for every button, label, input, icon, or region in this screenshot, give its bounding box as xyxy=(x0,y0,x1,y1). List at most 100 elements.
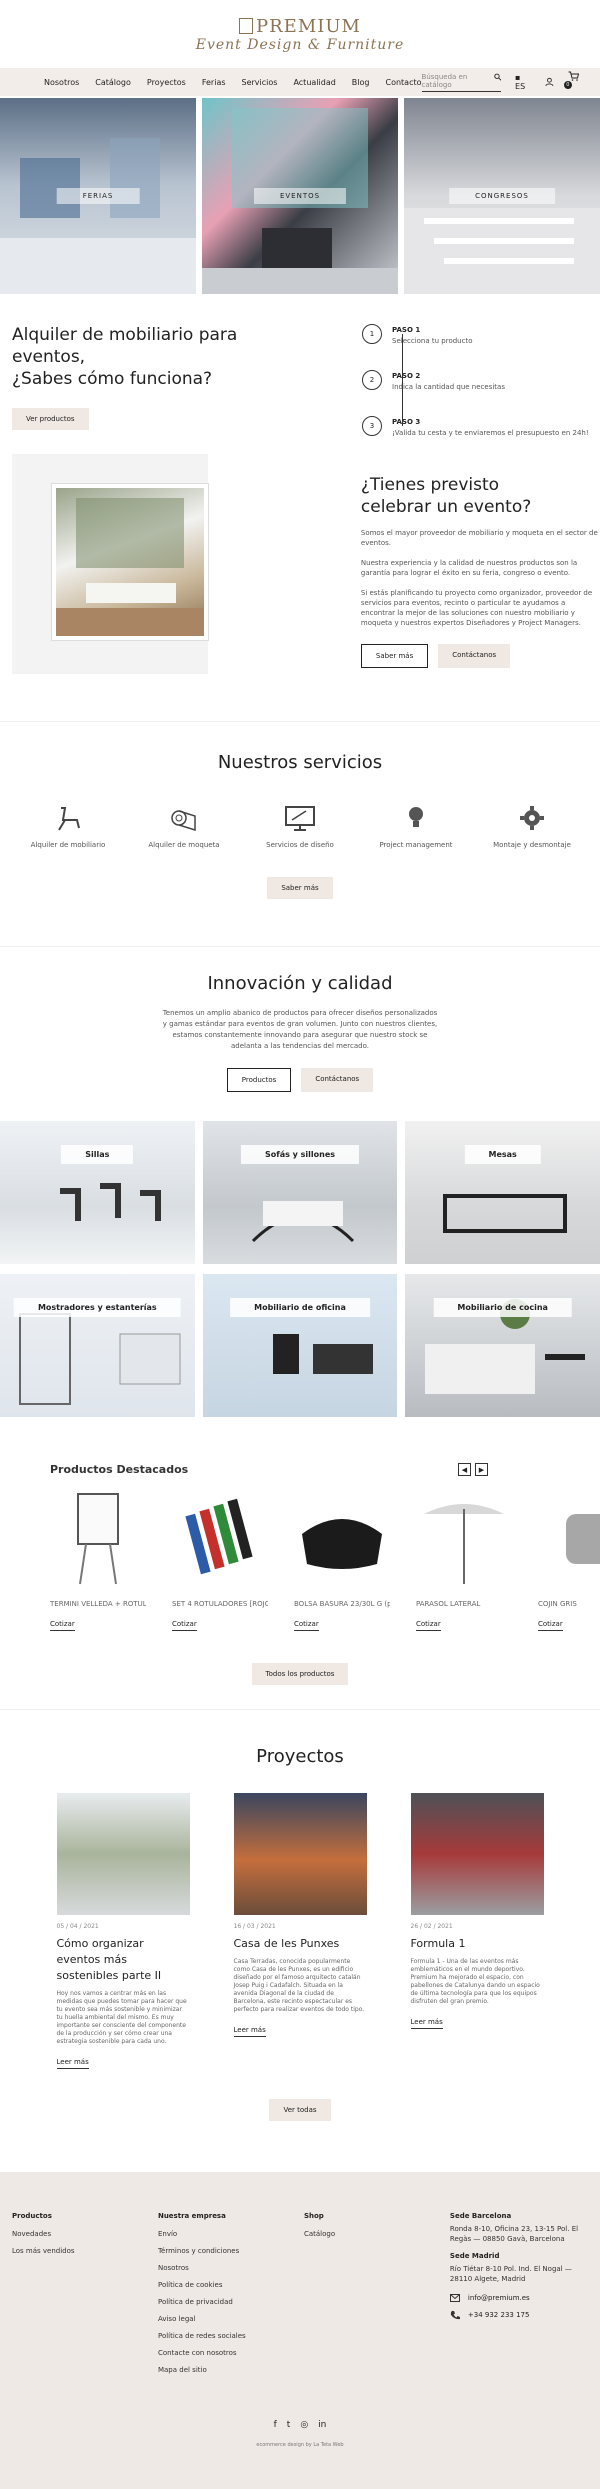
footer-link-novedades[interactable]: Novedades xyxy=(12,2230,158,2238)
innovation-title: Innovación y calidad xyxy=(207,973,393,994)
category-sillas[interactable]: Sillas xyxy=(0,1121,195,1264)
footer-link-envio[interactable]: Envío xyxy=(158,2230,304,2238)
step-1: 1 PASO 1 Selecciona tu producto xyxy=(362,324,589,370)
service-design[interactable]: Servicios de diseño xyxy=(245,803,355,849)
logo[interactable]: PREMIUM Event Design & Furniture xyxy=(196,16,405,53)
nav-item-nosotros[interactable]: Nosotros xyxy=(44,78,79,87)
view-all-projects-button[interactable]: Ver todas xyxy=(269,2099,331,2121)
event-paragraph-3: Si estás planificando tu proyecto como o… xyxy=(360,589,593,627)
hero-tile-congresos[interactable]: CONGRESOS xyxy=(404,98,600,294)
hero-label-congresos: CONGRESOS xyxy=(449,188,555,204)
category-cocina[interactable]: Mobiliario de cocina xyxy=(405,1274,600,1417)
service-project-management[interactable]: Project management xyxy=(361,803,471,849)
footer-link-nosotros[interactable]: Nosotros xyxy=(158,2264,304,2272)
step-3-number: 3 xyxy=(362,416,382,436)
product-quote-link[interactable]: Cotizar xyxy=(294,1620,319,1631)
project-card[interactable]: 26 / 02 / 2021 Formula 1 Formula 1 - Una… xyxy=(410,1793,544,2069)
nav-item-servicios[interactable]: Servicios xyxy=(242,78,278,87)
lightbulb-icon xyxy=(409,807,423,827)
project-card[interactable]: 16 / 03 / 2021 Casa de les Punxes Casa T… xyxy=(233,1793,367,2069)
project-title[interactable]: Cómo organizar eventos más sostenibles p… xyxy=(57,1936,190,1984)
read-more-link[interactable]: Leer más xyxy=(233,2026,266,2037)
nav-item-blog[interactable]: Blog xyxy=(352,78,370,87)
monitor-design-icon xyxy=(285,806,315,831)
footer-link-privacidad[interactable]: Política de privacidad xyxy=(158,2298,304,2306)
project-image xyxy=(410,1793,544,1915)
product-card[interactable]: TERMINI VELLEDA + ROTULADOR... Cotizar xyxy=(50,1484,146,1631)
product-quote-link[interactable]: Cotizar xyxy=(172,1620,197,1631)
logo-main-text: PREMIUM xyxy=(256,15,361,37)
footer-link-mapa[interactable]: Mapa del sitio xyxy=(158,2366,304,2374)
hero-tile-ferias[interactable]: FERIAS xyxy=(0,98,196,294)
footer-company-heading: Nuestra empresa xyxy=(157,2212,226,2220)
product-card[interactable]: PARASOL LATERAL Cotizar xyxy=(416,1484,512,1631)
projects-section: Proyectos 05 / 04 / 2021 Cómo organizar … xyxy=(0,1709,600,2127)
service-furniture-rental[interactable]: Alquiler de mobiliario xyxy=(13,803,123,849)
footer-link-contacto[interactable]: Contacte con nosotros xyxy=(158,2349,304,2357)
project-title[interactable]: Formula 1 xyxy=(411,1936,544,1952)
carousel-next-button[interactable]: ▶ xyxy=(475,1463,488,1476)
footer-link-cookies[interactable]: Política de cookies xyxy=(158,2281,304,2289)
linkedin-icon[interactable]: in xyxy=(318,2420,326,2430)
phone-icon xyxy=(450,2311,460,2320)
read-more-link[interactable]: Leer más xyxy=(410,2018,443,2029)
product-quote-link[interactable]: Cotizar xyxy=(538,1620,563,1631)
view-products-button[interactable]: Ver productos xyxy=(12,408,89,430)
product-card[interactable]: BOLSA BASURA 23/30L G (pack... Cotizar xyxy=(294,1484,390,1631)
product-card[interactable]: COJIN GRIS Cotizar xyxy=(538,1484,600,1631)
footer-link-aviso-legal[interactable]: Aviso legal xyxy=(158,2315,304,2323)
featured-title: Productos Destacados xyxy=(50,1463,189,1476)
read-more-link[interactable]: Leer más xyxy=(56,2058,89,2069)
products-button[interactable]: Productos xyxy=(226,1068,292,1092)
search-icon[interactable] xyxy=(493,73,501,81)
contact-us-button[interactable]: Contáctanos xyxy=(438,644,511,668)
project-image xyxy=(56,1793,190,1915)
category-mesas[interactable]: Mesas xyxy=(405,1121,600,1264)
hero-tile-eventos[interactable]: EVENTOS xyxy=(202,98,398,294)
category-label-mostradores: Mostradores y estanterías xyxy=(13,1298,181,1317)
product-quote-link[interactable]: Cotizar xyxy=(50,1620,75,1631)
services-learn-more-button[interactable]: Saber más xyxy=(267,877,333,899)
language-selector[interactable]: ▪ ES xyxy=(515,73,531,91)
carousel-prev-button[interactable]: ◀ xyxy=(458,1463,471,1476)
project-card[interactable]: 05 / 04 / 2021 Cómo organizar eventos má… xyxy=(56,1793,190,2069)
category-oficina[interactable]: Mobiliario de oficina xyxy=(202,1274,398,1417)
nav-item-contacto[interactable]: Contacto xyxy=(385,78,421,87)
service-carpet-rental[interactable]: Alquiler de moqueta xyxy=(129,803,239,849)
projects-title: Proyectos xyxy=(256,1746,344,1767)
learn-more-button[interactable]: Saber más xyxy=(360,644,429,668)
innovation-text: Tenemos un amplio abanico de productos p… xyxy=(162,1009,438,1050)
facebook-icon[interactable]: f xyxy=(274,2420,277,2430)
category-sofas[interactable]: Sofás y sillones xyxy=(202,1121,398,1264)
category-mesas-image xyxy=(443,1194,568,1233)
user-icon[interactable] xyxy=(545,77,554,87)
footer-link-terminos[interactable]: Términos y condiciones xyxy=(158,2247,304,2255)
cart-button[interactable]: 0 xyxy=(563,71,585,93)
product-card[interactable]: SET 4 ROTULADORES [ROJO... Cotizar xyxy=(172,1484,268,1631)
nav-item-actualidad[interactable]: Actualidad xyxy=(293,78,335,87)
project-image xyxy=(233,1793,367,1915)
nav-item-ferias[interactable]: Ferias xyxy=(202,78,226,87)
category-mostradores[interactable]: Mostradores y estanterías xyxy=(0,1274,195,1417)
all-products-button[interactable]: Todos los productos xyxy=(251,1663,349,1685)
product-markers-image xyxy=(185,1498,253,1575)
footer-shop-heading: Shop xyxy=(303,2212,324,2220)
product-quote-link[interactable]: Cotizar xyxy=(416,1620,441,1631)
footer-link-mas-vendidos[interactable]: Los más vendidos xyxy=(12,2247,158,2255)
footer-email[interactable]: info@premium.es xyxy=(468,2294,530,2302)
twitter-icon[interactable]: t xyxy=(287,2420,291,2430)
instagram-icon[interactable]: ◎ xyxy=(300,2420,308,2430)
footer-link-catalogo[interactable]: Catálogo xyxy=(304,2230,450,2238)
service-assembly[interactable]: Montaje y desmontaje xyxy=(477,803,587,849)
nav-item-proyectos[interactable]: Proyectos xyxy=(147,78,186,87)
project-title[interactable]: Casa de les Punxes xyxy=(234,1936,367,1952)
search-input[interactable]: Búsqueda en catálogo xyxy=(421,73,502,92)
innovation-contact-button[interactable]: Contáctanos xyxy=(301,1068,374,1092)
product-trash-bags-image xyxy=(302,1519,382,1569)
footer-phone[interactable]: +34 932 233 175 xyxy=(468,2311,530,2319)
category-sofas-image xyxy=(251,1201,354,1243)
footer-link-redes[interactable]: Política de redes sociales xyxy=(158,2332,304,2340)
nav-item-catalogo[interactable]: Catálogo xyxy=(95,78,131,87)
event-image xyxy=(52,484,208,640)
product-whiteboard-image xyxy=(77,1493,119,1585)
